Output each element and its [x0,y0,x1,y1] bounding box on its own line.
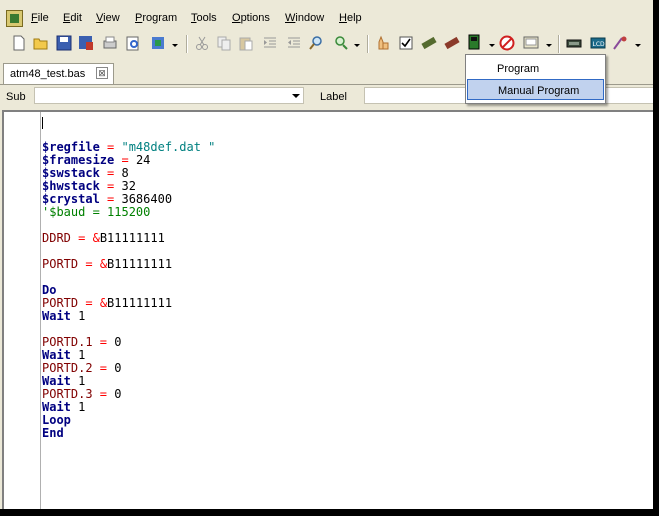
menu-help[interactable]: Help [339,12,362,24]
terminal-dropdown-arrow[interactable] [546,44,552,47]
program-dropdown-arrow[interactable] [489,44,495,47]
compile-icon[interactable] [421,35,437,51]
save-as-icon[interactable] [78,35,94,51]
print-preview-icon[interactable] [125,35,141,51]
code-line[interactable]: PORTD = &B11111111 [42,258,172,271]
chip-icon[interactable] [444,35,460,51]
menu-bar: File Edit View Program Tools Options Win… [0,8,653,30]
lcd-icon[interactable]: LCD [590,35,606,51]
toolbar-separator [558,35,560,53]
sub-select[interactable] [34,87,304,104]
stop-icon[interactable] [375,35,391,51]
menu-file[interactable]: File [31,12,49,24]
menu-view[interactable]: View [96,12,120,24]
indent-icon[interactable] [262,35,278,51]
tab-label: atm48_test.bas [10,68,86,80]
menu-program[interactable]: Program [135,12,177,24]
program-icon[interactable] [466,34,482,50]
bascom-logo-icon[interactable] [6,10,23,27]
menu-window[interactable]: Window [285,12,324,24]
options-icon[interactable] [612,35,628,51]
stop-red-icon[interactable] [499,35,515,51]
text-caret [42,117,43,129]
paste-icon[interactable] [238,35,254,51]
menu-options[interactable]: Options [232,12,270,24]
copy-icon[interactable] [216,35,232,51]
properties-dropdown-arrow[interactable] [172,44,178,47]
program-dropdown-menu: Program Manual Program [465,54,606,104]
label-label: Label [320,91,347,103]
code-line[interactable]: '$baud = 115200 [42,206,150,219]
code-line[interactable]: Wait 1 [42,310,85,323]
menu-edit[interactable]: Edit [63,12,82,24]
check-icon[interactable] [398,35,414,51]
chevron-down-icon[interactable] [292,94,300,98]
options-dropdown-arrow[interactable] [635,44,641,47]
tab-atm48-test[interactable]: atm48_test.bas ⊠ [3,63,114,84]
find-next-icon[interactable] [333,35,349,51]
code-line[interactable]: DDRD = &B11111111 [42,232,165,245]
app-window: File Edit View Program Tools Options Win… [0,0,653,509]
terminal-icon[interactable] [523,35,539,51]
menu-item-manual-program[interactable]: Manual Program [467,79,604,100]
menu-tools[interactable]: Tools [191,12,217,24]
find-icon[interactable] [308,35,324,51]
sub-label: Sub [6,91,26,103]
svg-text:LCD: LCD [593,41,606,48]
menu-item-program-label: Program [497,63,540,75]
find-dropdown-arrow[interactable] [354,44,360,47]
cut-icon[interactable] [194,35,210,51]
new-file-icon[interactable] [11,35,27,51]
print-icon[interactable] [102,35,118,51]
close-tab-icon[interactable]: ⊠ [96,67,108,79]
code-editor[interactable]: $regfile = "m48def.dat " $framesize = 24 $… [2,110,653,509]
save-icon[interactable] [56,35,72,51]
properties-icon[interactable] [150,35,166,51]
code-line[interactable]: End [42,427,64,440]
line-gutter [4,112,41,509]
lcd-designer-icon[interactable] [566,35,582,51]
open-file-icon[interactable] [33,35,49,51]
toolbar-separator [186,35,188,53]
outdent-icon[interactable] [286,35,302,51]
menu-item-program[interactable]: Program [467,58,604,79]
toolbar-separator [367,35,369,53]
menu-item-manual-program-label: Manual Program [498,85,580,97]
